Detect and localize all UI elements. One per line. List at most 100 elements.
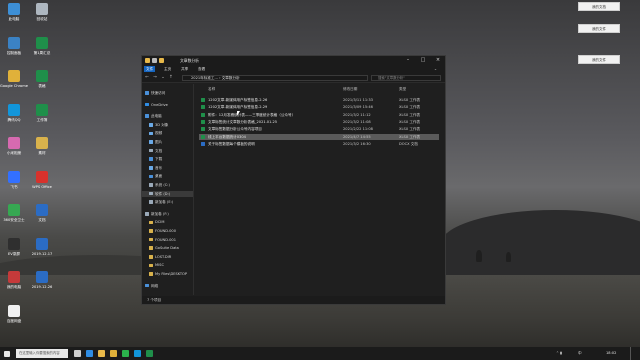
input-method-indicator[interactable]: 中 bbox=[578, 347, 582, 360]
address-bar[interactable]: 2021年标准工... › 文章数分析 bbox=[182, 75, 368, 81]
app-icon bbox=[8, 137, 20, 149]
nav-item-label: 此电脑 bbox=[151, 114, 162, 119]
desktop-icon[interactable]: 此电脑 bbox=[0, 3, 28, 21]
desktop-icon[interactable]: 飞书 bbox=[0, 170, 28, 189]
column-header-name[interactable]: 名称 bbox=[208, 86, 215, 92]
nav-item[interactable]: 此电脑 bbox=[142, 113, 193, 119]
desktop-icon[interactable]: 第1周汇总 bbox=[28, 36, 56, 55]
up-button[interactable]: ↑ bbox=[168, 74, 174, 82]
nav-item[interactable]: DCIM bbox=[142, 219, 193, 225]
column-header-date[interactable]: 修改日期 bbox=[343, 86, 357, 92]
desktop-icon-label: 控制面板 bbox=[6, 50, 22, 55]
nav-item[interactable]: 软件 (D:) bbox=[142, 190, 193, 197]
desktop-icon[interactable]: EV录屏 bbox=[0, 237, 28, 256]
file-row[interactable]: 文章标签统计文章数分析表格_2021.01.25 2021/3/2 11:08 XL… bbox=[199, 119, 439, 125]
nav-item[interactable]: 桌面 bbox=[142, 173, 193, 179]
tab-view[interactable]: 查看 bbox=[196, 66, 207, 72]
explorer-icon[interactable] bbox=[98, 350, 105, 357]
task-view-icon[interactable] bbox=[74, 350, 81, 357]
qq-icon[interactable] bbox=[134, 350, 141, 357]
clock[interactable]: 18:02 bbox=[606, 347, 616, 360]
nav-item[interactable]: 音乐 bbox=[142, 165, 193, 171]
desktop-note[interactable]: 我的文件 bbox=[578, 24, 620, 33]
nav-item[interactable]: 系统 (C:) bbox=[142, 182, 193, 188]
desktop-icon[interactable]: 表格 bbox=[28, 70, 56, 88]
nav-item[interactable]: FOUND.001 bbox=[142, 237, 193, 243]
folder-icon bbox=[149, 220, 153, 225]
file-date: 2021/3/2 11:12 bbox=[343, 112, 371, 117]
close-button[interactable]: × bbox=[431, 56, 445, 65]
file-icon bbox=[201, 141, 205, 146]
properties-icon[interactable] bbox=[152, 58, 157, 63]
desktop-icon[interactable]: WPS Office bbox=[28, 170, 56, 189]
nav-item[interactable]: 新加卷 (F:) bbox=[142, 211, 193, 217]
nav-item-label: LOST.DIR bbox=[155, 254, 172, 259]
nav-item[interactable]: 图片 bbox=[142, 139, 193, 145]
file-row[interactable]: 附件：12月发稿统计表——三季度统计表格（公众号） 2021/3/2 11:12 X… bbox=[199, 112, 439, 118]
desktop-icon[interactable]: 2019.12.26 bbox=[28, 271, 56, 289]
nav-item[interactable]: 快速访问 bbox=[142, 90, 193, 96]
nav-item[interactable]: 新加卷 (E:) bbox=[142, 199, 193, 205]
desktop-icon[interactable]: 360安全卫士 bbox=[0, 204, 28, 222]
file-name: 1202文章-新媒体用户标签信息-2.29 bbox=[208, 105, 268, 110]
desktop-note[interactable]: 我的文件 bbox=[578, 55, 620, 64]
desktop-icon[interactable]: 腾讯QQ bbox=[0, 103, 28, 122]
desktop-icon[interactable]: 我的电脑 bbox=[0, 271, 28, 289]
nav-item-label: FOUND.000 bbox=[155, 229, 176, 233]
tab-file[interactable]: 文件 bbox=[144, 66, 156, 72]
nav-item[interactable]: 文档 bbox=[142, 148, 193, 154]
recent-locations-button[interactable]: ⌄ bbox=[160, 74, 166, 82]
maximize-button[interactable]: □ bbox=[416, 56, 430, 65]
nav-item[interactable]: FOUND.000 bbox=[142, 228, 193, 234]
nav-item[interactable]: GoSuite Data bbox=[142, 245, 193, 251]
excel-icon[interactable] bbox=[146, 350, 153, 357]
nav-item[interactable]: 网络 bbox=[142, 283, 193, 289]
search-input[interactable]: 搜索"文章数分析" bbox=[371, 75, 441, 81]
desktop-icon[interactable]: 工作簿 bbox=[28, 103, 56, 122]
app-icon bbox=[36, 3, 48, 15]
notification-area[interactable]: ⌃ ▮ bbox=[556, 347, 562, 360]
tab-share[interactable]: 共享 bbox=[179, 66, 190, 72]
file-row[interactable]: 关于标签数据每个模板的说明 2021/3/2 16:30 DOCX 文档 bbox=[199, 141, 439, 147]
file-row[interactable]: 文章标签数据分析公众号内容项目 2021/2/22 11:08 XLSX 工作表 bbox=[199, 126, 439, 132]
window-titlebar[interactable]: 文章数分析 – □ × bbox=[142, 56, 445, 65]
minimize-button[interactable]: – bbox=[401, 56, 415, 65]
nav-item[interactable]: OneDrive bbox=[142, 102, 193, 108]
back-button[interactable]: ← bbox=[144, 74, 150, 82]
desktop-icon[interactable]: 文档 bbox=[28, 204, 56, 222]
wechat-icon[interactable] bbox=[122, 350, 129, 357]
file-explorer-window: 文章数分析 – □ × 文件 主页 共享 查看 ⌄ ← → ⌄ ↑ 2021年标… bbox=[141, 55, 446, 305]
app-icon bbox=[36, 204, 48, 216]
show-desktop-button[interactable] bbox=[630, 347, 633, 360]
nav-item[interactable]: My Files\DESKTOP bbox=[142, 271, 193, 277]
edge-icon[interactable] bbox=[86, 350, 93, 357]
nav-item[interactable]: 3D 对象 bbox=[142, 122, 193, 128]
file-row[interactable]: 线上平台数据统计0304 2021/4/7 14:55 XLSX 工作表 bbox=[199, 133, 439, 140]
desktop-icon[interactable]: 回收站 bbox=[28, 3, 56, 21]
desktop-icon[interactable]: Google Chrome bbox=[0, 70, 28, 88]
new-folder-icon[interactable] bbox=[159, 58, 164, 63]
tab-home[interactable]: 主页 bbox=[162, 66, 173, 72]
chrome-icon[interactable] bbox=[110, 350, 117, 357]
desktop-icon[interactable]: 素材 bbox=[28, 137, 56, 155]
app-icon bbox=[36, 36, 48, 49]
nav-item[interactable]: MISC bbox=[142, 262, 193, 268]
nav-item[interactable]: LOST.DIR bbox=[142, 254, 193, 260]
nav-item[interactable]: 视频 bbox=[142, 130, 193, 136]
desktop-icon[interactable]: 小米相册 bbox=[0, 137, 28, 155]
desktop-icon[interactable]: 百度网盘 bbox=[0, 304, 28, 323]
file-row[interactable]: 1202文章-新媒体用户标签信息-2.29 2021/3/09 15:46 XLSX… bbox=[199, 104, 439, 110]
desktop-icon[interactable]: 控制面板 bbox=[0, 36, 28, 55]
chevron-down-icon[interactable]: ⌄ bbox=[432, 66, 439, 72]
desktop-note[interactable]: 我的文档 bbox=[578, 2, 620, 11]
forward-button[interactable]: → bbox=[152, 74, 158, 82]
start-icon[interactable] bbox=[4, 350, 10, 357]
column-header-type[interactable]: 类型 bbox=[399, 86, 406, 92]
nav-item[interactable]: 下载 bbox=[142, 156, 193, 162]
taskbar-search-input[interactable]: 在这里输入你要搜索的内容 bbox=[16, 349, 68, 358]
folder-icon bbox=[149, 166, 153, 170]
breadcrumb-segment[interactable]: 2021年标准工... bbox=[191, 76, 218, 80]
desktop-icon[interactable]: 2019.12.17 bbox=[28, 237, 56, 256]
breadcrumb-segment[interactable]: 文章数分析 bbox=[222, 76, 240, 80]
file-row[interactable]: 1202文章-新媒体用户标签信息-2.26 2021/3/11 11:33 XLSX… bbox=[199, 97, 439, 103]
